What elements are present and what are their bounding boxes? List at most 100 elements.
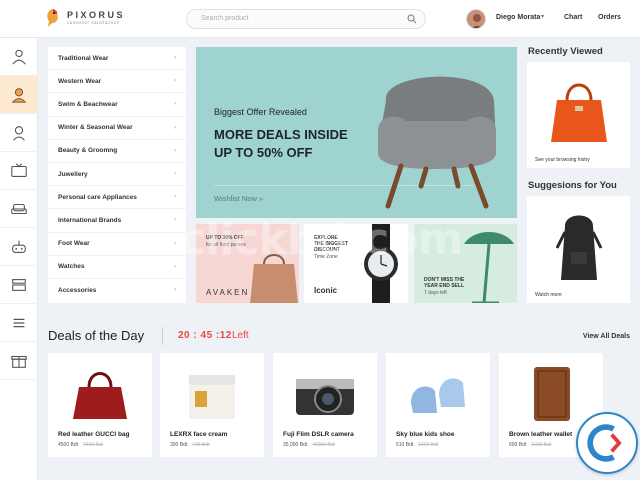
product-card[interactable]: Fuji Flim DSLR camera 35,000 Bdt 40000 Bd… bbox=[273, 353, 377, 457]
deals-header: Deals of the Day 20 : 45 :12 Left View A… bbox=[38, 316, 640, 356]
person-icon bbox=[12, 49, 26, 65]
rail-item-electronics[interactable] bbox=[0, 152, 38, 190]
promo-tile-watches[interactable]: EXPLORE THE BIGGEST DISCOUNT Time Zone I… bbox=[304, 224, 408, 303]
rail-item-women[interactable] bbox=[0, 76, 38, 114]
brand-text: PIXORUS customer satisfaction bbox=[67, 10, 125, 26]
category-label: Swim & Beachwear bbox=[58, 100, 118, 108]
category-item[interactable]: Winter & Seasonal Wear › bbox=[48, 117, 186, 140]
rail-item-more[interactable] bbox=[0, 304, 38, 342]
woman-icon bbox=[11, 87, 27, 103]
rail-item-gifts[interactable] bbox=[0, 342, 38, 380]
chevron-right-icon: › bbox=[174, 78, 176, 85]
product-price: 600 Bdt 1000 Bdt bbox=[509, 442, 551, 448]
price-old: 1000 Bdt bbox=[531, 442, 552, 448]
sofa-icon bbox=[11, 203, 27, 214]
rail-item-kids[interactable] bbox=[0, 114, 38, 152]
category-icon-rail bbox=[0, 0, 38, 480]
brand-logo[interactable]: PIXORUS customer satisfaction bbox=[44, 8, 125, 28]
promo-subtext: 7 days left bbox=[424, 290, 447, 296]
gamepad-icon bbox=[12, 240, 26, 253]
backpack-image bbox=[555, 215, 603, 280]
category-item[interactable]: Watches › bbox=[48, 256, 186, 279]
category-item[interactable]: Swim & Beachwear › bbox=[48, 93, 186, 117]
orange-handbag-image bbox=[551, 83, 607, 142]
promo-brand: AVAKEN bbox=[206, 288, 250, 297]
product-card[interactable]: LEXRX face cream 300 Bdt 745 Bdt bbox=[160, 353, 264, 457]
rail-item-men[interactable] bbox=[0, 38, 38, 76]
hero-banner[interactable]: Biggest Offer Revealed MORE DEALS INSIDE… bbox=[196, 47, 517, 218]
deals-divider bbox=[162, 327, 163, 345]
product-price: 300 Bdt 745 Bdt bbox=[170, 442, 210, 448]
suggestions-title: Suggesions for You bbox=[528, 180, 617, 191]
category-label: Western Wear bbox=[58, 77, 102, 85]
chevron-right-icon: › bbox=[174, 240, 176, 247]
chevron-right-icon: › bbox=[174, 194, 176, 201]
price-current: 35,000 Bdt bbox=[283, 442, 308, 448]
view-all-deals-link[interactable]: View All Deals bbox=[583, 333, 630, 340]
camera-image bbox=[296, 379, 354, 415]
rail-item-furniture[interactable] bbox=[0, 266, 38, 304]
category-item[interactable]: Personal care Appliances › bbox=[48, 186, 186, 210]
deals-title: Deals of the Day bbox=[48, 328, 145, 343]
category-item[interactable]: Foot Wear › bbox=[48, 233, 186, 256]
category-item[interactable]: Traditional Wear › bbox=[48, 47, 186, 71]
price-current: 510 Bdt bbox=[396, 442, 414, 448]
category-label: Watches bbox=[58, 263, 85, 271]
rail-item-games[interactable] bbox=[0, 228, 38, 266]
search-icon[interactable] bbox=[407, 14, 417, 24]
chevron-right-icon: › bbox=[174, 171, 176, 178]
hero-title-line1: MORE DEALS INSIDE bbox=[214, 127, 348, 142]
chevron-right-icon: › bbox=[174, 55, 176, 62]
top-header: PIXORUS customer satisfaction Diego Mora… bbox=[0, 0, 640, 38]
furniture-icon bbox=[12, 278, 26, 291]
watch-more-link[interactable]: Watch more bbox=[535, 292, 562, 298]
hero-title: MORE DEALS INSIDE UP TO 50% OFF bbox=[214, 126, 374, 162]
kids-shoe-image bbox=[411, 378, 465, 413]
recently-viewed-card[interactable]: See your browsing histry bbox=[527, 62, 630, 168]
category-item[interactable]: International Brands › bbox=[48, 209, 186, 233]
rail-item-home[interactable] bbox=[0, 190, 38, 228]
watermark-badge bbox=[576, 412, 638, 474]
hero-subtitle: Biggest Offer Revealed bbox=[214, 107, 307, 117]
category-item[interactable]: Beauty & Groomng › bbox=[48, 140, 186, 163]
nav-chart[interactable]: Chart bbox=[564, 14, 582, 21]
product-card[interactable]: Sky blue kids shoe 510 Bdt 1000 Bdt bbox=[386, 353, 490, 457]
user-name[interactable]: Diego Morata bbox=[496, 14, 540, 21]
category-label: Traditional Wear bbox=[58, 54, 109, 62]
promo-tile-lamps[interactable]: DON'T MISS THE YEAR END SELL 7 days left bbox=[414, 224, 517, 303]
category-item[interactable]: Accessories › bbox=[48, 279, 186, 302]
handbag-image bbox=[250, 254, 298, 303]
price-current: 300 Bdt bbox=[170, 442, 188, 448]
category-label: Juwellery bbox=[58, 170, 88, 178]
chevron-right-icon: › bbox=[174, 124, 176, 131]
product-price: 510 Bdt 1000 Bdt bbox=[396, 442, 438, 448]
product-name: LEXRX face cream bbox=[170, 431, 228, 438]
browsing-history-link[interactable]: See your browsing histry bbox=[535, 157, 590, 163]
product-price: 35,000 Bdt 40000 Bdt bbox=[283, 442, 335, 448]
category-label: International Brands bbox=[58, 216, 122, 224]
gift-icon bbox=[11, 355, 27, 368]
chevron-right-icon: › bbox=[174, 287, 176, 294]
product-name: Red leather GUCCI bag bbox=[58, 431, 130, 438]
category-item[interactable]: Western Wear › bbox=[48, 70, 186, 94]
category-item[interactable]: Juwellery › bbox=[48, 163, 186, 187]
nav-orders[interactable]: Orders bbox=[598, 14, 621, 21]
lamp-image bbox=[464, 232, 514, 303]
product-card[interactable]: Red leather GUCCI bag 4500 Bdt 7500 Bdt bbox=[48, 353, 152, 457]
chevron-down-icon[interactable]: ▾ bbox=[541, 13, 544, 20]
search-input[interactable] bbox=[201, 15, 391, 22]
deals-countdown-suffix: Left bbox=[232, 330, 249, 341]
product-price: 4500 Bdt 7500 Bdt bbox=[58, 442, 103, 448]
wishlist-link[interactable]: Wishlist Now » bbox=[214, 194, 263, 203]
category-label: Personal care Appliances bbox=[58, 193, 137, 201]
menu-icon bbox=[13, 318, 25, 327]
promo-tile-purses[interactable]: UP TO 30% OFF for all fund purses AVAKEN bbox=[196, 224, 299, 303]
deals-countdown: 20 : 45 :12 bbox=[178, 330, 232, 341]
suggestions-card[interactable]: Watch more bbox=[527, 196, 630, 303]
brand-tagline: customer satisfaction bbox=[67, 20, 120, 25]
price-old: 1000 Bdt bbox=[418, 442, 439, 448]
parrot-logo-icon bbox=[44, 8, 62, 28]
user-avatar[interactable] bbox=[466, 9, 486, 29]
chevron-right-icon: › bbox=[174, 101, 176, 108]
hero-title-line2: UP TO 50% OFF bbox=[214, 145, 313, 160]
